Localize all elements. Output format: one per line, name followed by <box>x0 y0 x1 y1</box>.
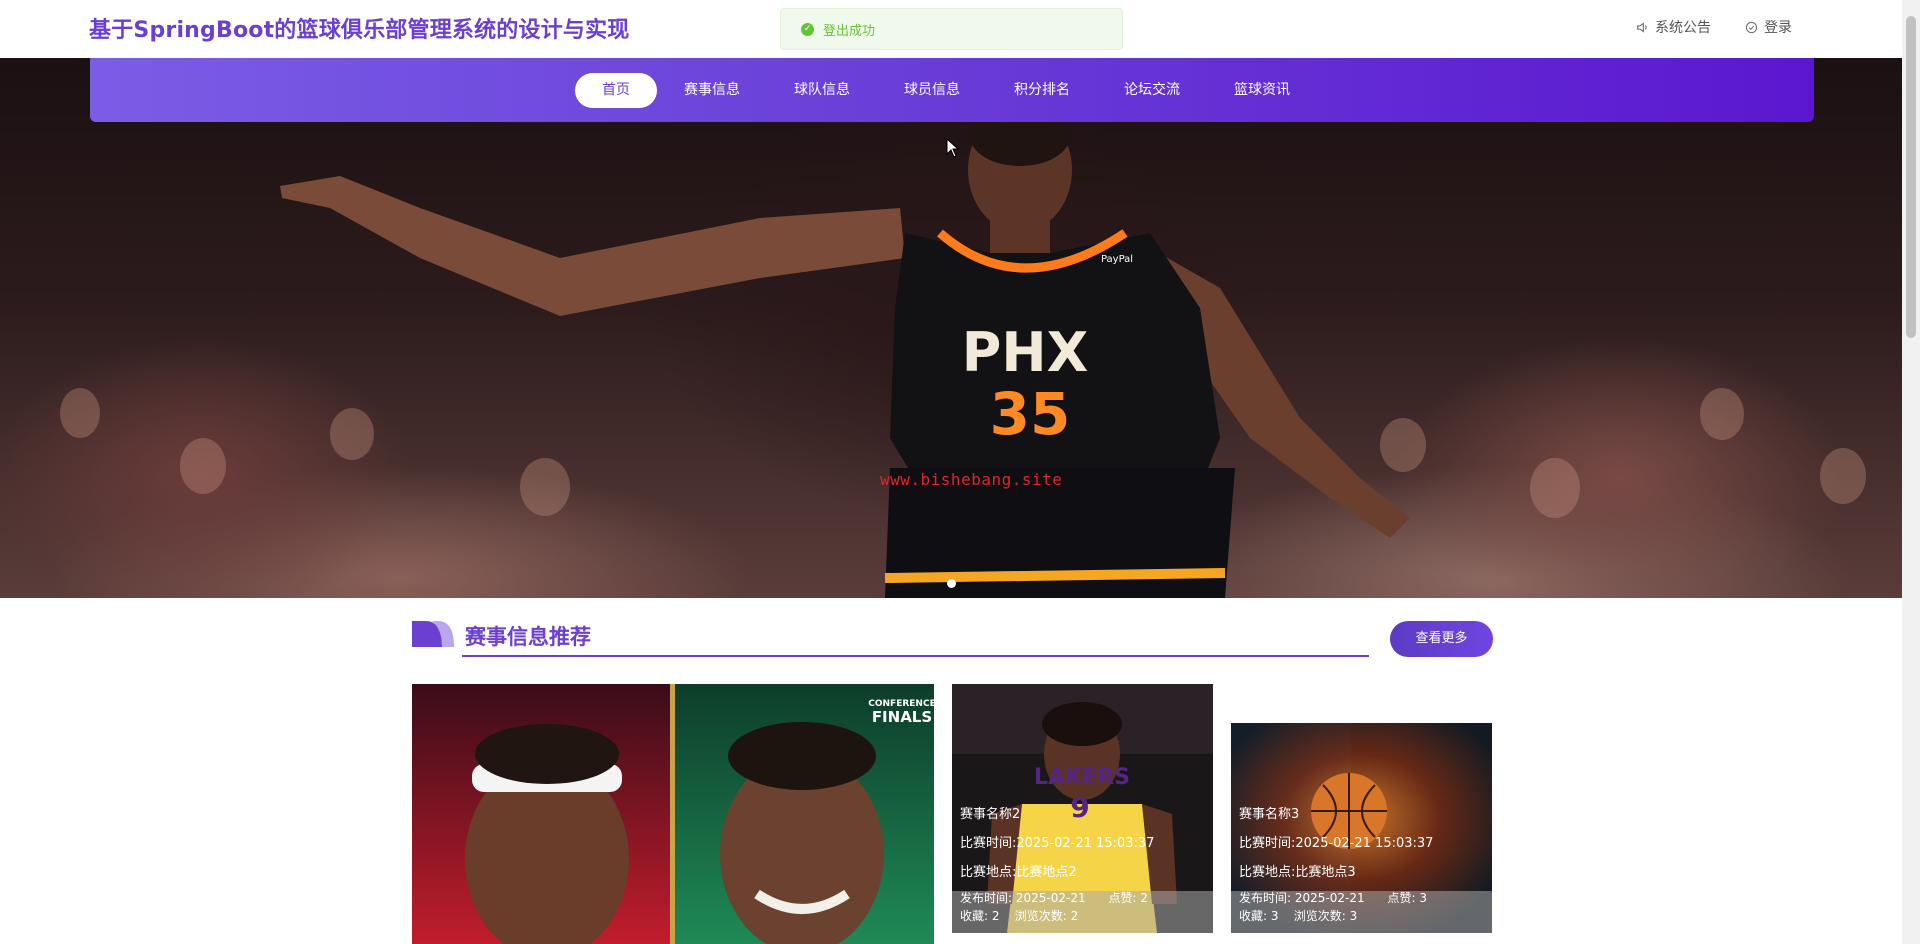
card2-jersey-team: LAKERS <box>1034 765 1130 790</box>
jersey-number-text: 35 <box>990 380 1071 448</box>
nav-item-forum[interactable]: 论坛交流 <box>1097 73 1207 108</box>
view-count: 浏览次数: 2 <box>1014 909 1079 923</box>
page-scrollbar[interactable] <box>1902 0 1920 944</box>
jersey-team-text: PHX <box>962 321 1088 384</box>
success-check-icon: ✓ <box>801 22 814 36</box>
nav-item-teams[interactable]: 球队信息 <box>767 73 877 108</box>
match-name: 赛事名称3 <box>1239 807 1300 822</box>
favorite-count: 收藏: 3 <box>1239 909 1279 923</box>
nav-item-matches[interactable]: 赛事信息 <box>657 73 767 108</box>
match-card-3[interactable]: 赛事名称3 比赛时间:2025-02-21 15:03:37 比赛地点:比赛地点… <box>1231 723 1492 933</box>
match-card-3-info: 赛事名称3 比赛时间:2025-02-21 15:03:37 比赛地点:比赛地点… <box>1231 793 1492 933</box>
top-links: 系统公告 登录 <box>1636 17 1792 37</box>
nav-item-players[interactable]: 球员信息 <box>877 73 987 108</box>
match-place: 比赛地点:比赛地点3 <box>1239 865 1356 880</box>
announcement-link[interactable]: 系统公告 <box>1636 17 1711 37</box>
publish-time: 发布时间: 2025-02-21 <box>1239 891 1365 905</box>
watermark-text: www.bishebang.site <box>880 470 1063 489</box>
site-title[interactable]: 基于SpringBoot的篮球俱乐部管理系统的设计与实现 <box>89 12 630 44</box>
match-meta: 发布时间: 2025-02-21 点赞: 2 收藏: 2 浏览次数: 2 <box>960 889 1205 925</box>
match-meta: 发布时间: 2025-02-21 点赞: 3 收藏: 3 浏览次数: 3 <box>1239 889 1484 925</box>
like-count: 点赞: 3 <box>1387 891 1428 905</box>
match-time: 比赛时间:2025-02-21 15:03:37 <box>1239 836 1434 851</box>
nav-item-rankings[interactable]: 积分排名 <box>987 73 1097 108</box>
check-circle-icon <box>1745 21 1758 33</box>
finals-text: FINALS <box>872 708 932 726</box>
logout-success-toast: ✓ 登出成功 <box>780 8 1123 50</box>
match-time: 比赛时间:2025-02-21 15:03:37 <box>960 836 1155 851</box>
toast-message: 登出成功 <box>823 23 876 39</box>
match-card-2-info: 赛事名称2 比赛时间:2025-02-21 15:03:37 比赛地点:比赛地点… <box>952 793 1213 933</box>
carousel-indicator[interactable] <box>947 579 956 588</box>
speaker-icon <box>1637 21 1647 33</box>
announcement-label: 系统公告 <box>1655 20 1711 36</box>
publish-time: 发布时间: 2025-02-21 <box>960 891 1086 905</box>
match-place: 比赛地点:比赛地点2 <box>960 865 1077 880</box>
login-link[interactable]: 登录 <box>1745 17 1792 37</box>
like-count: 点赞: 2 <box>1108 891 1149 905</box>
nav-items: 首页 赛事信息 球队信息 球员信息 积分排名 论坛交流 篮球资讯 <box>575 73 1317 108</box>
match-name: 赛事名称2 <box>960 807 1021 822</box>
mouse-cursor-icon <box>946 138 960 158</box>
match-card-1-image: CONFERENCE FINALS <box>412 684 934 944</box>
sponsor-text: PayPal <box>1101 254 1133 265</box>
section-underline <box>462 655 1369 657</box>
scrollbar-thumb[interactable] <box>1906 16 1916 338</box>
view-count: 浏览次数: 3 <box>1293 909 1358 923</box>
match-card-2[interactable]: LAKERS 9 赛事名称2 比赛时间:2025-02-21 15:03:37 … <box>952 684 1213 933</box>
main-nav: 首页 赛事信息 球队信息 球员信息 积分排名 论坛交流 篮球资讯 <box>90 58 1814 122</box>
match-card-1[interactable]: CONFERENCE FINALS <box>412 684 934 944</box>
view-more-button[interactable]: 查看更多 <box>1390 621 1493 657</box>
nav-item-news[interactable]: 篮球资讯 <box>1207 73 1317 108</box>
login-label: 登录 <box>1764 20 1792 36</box>
section-title: 赛事信息推荐 <box>465 625 591 649</box>
nav-item-home[interactable]: 首页 <box>575 73 657 108</box>
favorite-count: 收藏: 2 <box>960 909 1000 923</box>
section-decor-icon <box>412 621 454 647</box>
